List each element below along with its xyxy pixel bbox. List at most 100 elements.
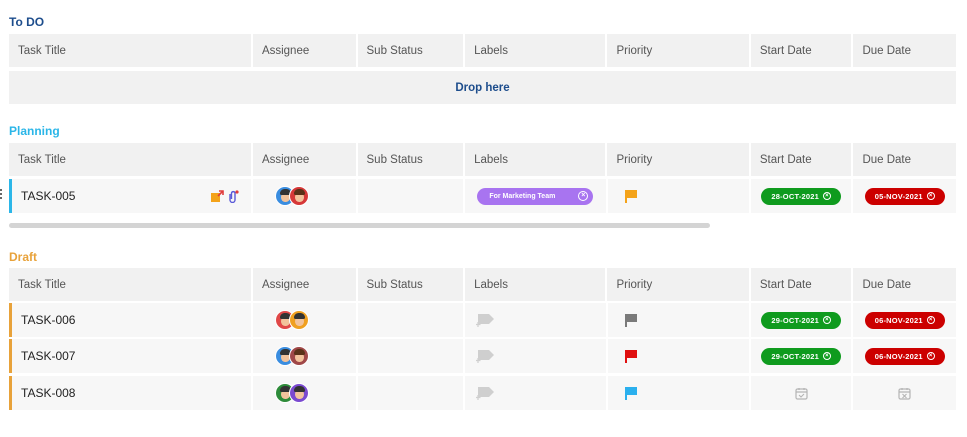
col-due-date[interactable]: Due Date [853, 34, 957, 67]
priority-cell[interactable] [607, 179, 749, 213]
due-date-pill[interactable]: 06-NOV-2021 × [864, 311, 945, 329]
col-assignee[interactable]: Assignee [252, 34, 356, 67]
sub-status-cell[interactable] [357, 339, 464, 373]
col-labels[interactable]: Labels [465, 268, 606, 301]
col-start-date[interactable]: Start Date [750, 34, 852, 67]
avatar[interactable] [288, 346, 309, 366]
calendar-icon[interactable] [898, 387, 911, 400]
col-sub-status[interactable]: Sub Status [357, 143, 464, 176]
start-date-cell[interactable] [750, 376, 852, 410]
due-date-cell[interactable] [853, 376, 957, 410]
add-label-icon[interactable] [476, 386, 496, 400]
due-date-cell[interactable]: 06-NOV-2021 × [853, 339, 957, 373]
avatar[interactable] [289, 186, 309, 206]
task-title[interactable]: TASK-006 [21, 313, 75, 327]
col-labels[interactable]: Labels [465, 34, 606, 67]
col-labels[interactable]: Labels [465, 143, 606, 176]
drop-zone[interactable]: Drop here [9, 71, 956, 104]
row-accent [9, 339, 12, 373]
flag-icon[interactable] [624, 189, 638, 203]
due-date-text: 05-NOV-2021 [874, 191, 923, 201]
drag-handle-icon[interactable] [0, 189, 2, 203]
priority-cell[interactable] [607, 303, 749, 337]
col-sub-status[interactable]: Sub Status [357, 34, 464, 67]
col-due-date[interactable]: Due Date [853, 268, 957, 301]
task-title[interactable]: TASK-005 [21, 189, 75, 203]
avatar-group[interactable] [275, 186, 309, 206]
col-start-date[interactable]: Start Date [750, 143, 852, 176]
task-title[interactable]: TASK-007 [21, 349, 75, 363]
avatar-group[interactable] [274, 383, 309, 403]
labels-cell[interactable] [465, 303, 606, 337]
start-date-cell[interactable]: 29-OCT-2021 × [750, 303, 852, 337]
assignee-cell[interactable] [252, 339, 356, 373]
col-priority[interactable]: Priority [607, 143, 749, 176]
table-header-draft: Task Title Assignee Sub Status Labels Pr… [9, 268, 957, 301]
table-header-planning: Task Title Assignee Sub Status Labels Pr… [9, 143, 957, 176]
due-date-cell[interactable]: 06-NOV-2021 × [853, 303, 957, 337]
flag-icon[interactable] [624, 313, 638, 327]
horizontal-scrollbar[interactable] [9, 223, 710, 228]
table-header-todo: Task Title Assignee Sub Status Labels Pr… [9, 34, 957, 67]
col-task-title[interactable]: Task Title [9, 34, 251, 67]
labels-cell[interactable] [465, 339, 606, 373]
assignee-cell[interactable] [253, 179, 356, 213]
start-date-pill[interactable]: 29-OCT-2021 × [761, 311, 842, 329]
assign-icon[interactable] [211, 190, 224, 202]
avatar-group[interactable] [274, 346, 309, 366]
row-accent [9, 179, 12, 213]
priority-cell[interactable] [607, 376, 749, 410]
start-date-pill[interactable]: 29-OCT-2021 × [761, 347, 842, 365]
group-title-todo: To DO [9, 15, 45, 29]
label-text: For Marketing Team [489, 192, 556, 200]
add-label-icon[interactable] [476, 313, 496, 327]
col-assignee[interactable]: Assignee [252, 143, 356, 176]
flag-icon[interactable] [624, 349, 638, 363]
col-start-date[interactable]: Start Date [750, 268, 852, 301]
avatar[interactable] [288, 310, 309, 330]
add-label-icon[interactable] [476, 349, 496, 363]
sub-status-cell[interactable] [357, 179, 464, 213]
start-date-pill[interactable]: 28-OCT-2021 × [761, 187, 842, 205]
flag-icon[interactable] [624, 386, 638, 400]
labels-cell[interactable] [465, 376, 606, 410]
table-row[interactable]: TASK-007 29-OCT-2021 × 06-NOV-2021 × [9, 339, 957, 373]
due-date-pill[interactable]: 05-NOV-2021 × [864, 187, 945, 205]
start-date-cell[interactable]: 28-OCT-2021 × [750, 179, 852, 213]
col-task-title[interactable]: Task Title [9, 143, 251, 176]
table-row[interactable]: TASK-008 [9, 376, 957, 410]
col-task-title[interactable]: Task Title [9, 268, 251, 301]
paperclip-icon[interactable] [227, 189, 239, 203]
assignee-cell[interactable] [252, 376, 356, 410]
start-date-cell[interactable]: 29-OCT-2021 × [750, 339, 852, 373]
priority-cell[interactable] [607, 339, 749, 373]
avatar-group[interactable] [274, 310, 309, 330]
clear-date-icon[interactable]: × [926, 192, 935, 200]
labels-cell[interactable]: For Marketing Team × [465, 179, 606, 213]
clear-date-icon[interactable]: × [823, 316, 832, 324]
group-title-planning: Planning [9, 124, 60, 138]
remove-label-icon[interactable]: × [578, 191, 589, 201]
assignee-cell[interactable] [252, 303, 356, 337]
clear-date-icon[interactable]: × [926, 352, 935, 360]
task-title[interactable]: TASK-008 [21, 386, 75, 400]
col-due-date[interactable]: Due Date [853, 143, 957, 176]
clear-date-icon[interactable]: × [823, 352, 832, 360]
label-pill[interactable]: For Marketing Team × [477, 187, 594, 205]
col-priority[interactable]: Priority [607, 34, 749, 67]
calendar-icon[interactable] [795, 387, 808, 400]
avatar[interactable] [288, 383, 309, 403]
col-assignee[interactable]: Assignee [252, 268, 356, 301]
col-sub-status[interactable]: Sub Status [357, 268, 464, 301]
table-row[interactable]: TASK-006 29-OCT-2021 × 06-NOV-2021 × [9, 303, 957, 337]
clear-date-icon[interactable]: × [926, 316, 935, 324]
table-row[interactable]: TASK-005 For Marketing Team × 28-OCT-202… [9, 179, 956, 213]
due-date-cell[interactable]: 05-NOV-2021 × [853, 179, 956, 213]
sub-status-cell[interactable] [357, 376, 464, 410]
due-date-pill[interactable]: 06-NOV-2021 × [864, 347, 945, 365]
task-actions [211, 189, 239, 203]
clear-date-icon[interactable]: × [823, 192, 831, 200]
sub-status-cell[interactable] [357, 303, 464, 337]
task-title-cell: TASK-005 [9, 179, 251, 213]
col-priority[interactable]: Priority [607, 268, 749, 301]
